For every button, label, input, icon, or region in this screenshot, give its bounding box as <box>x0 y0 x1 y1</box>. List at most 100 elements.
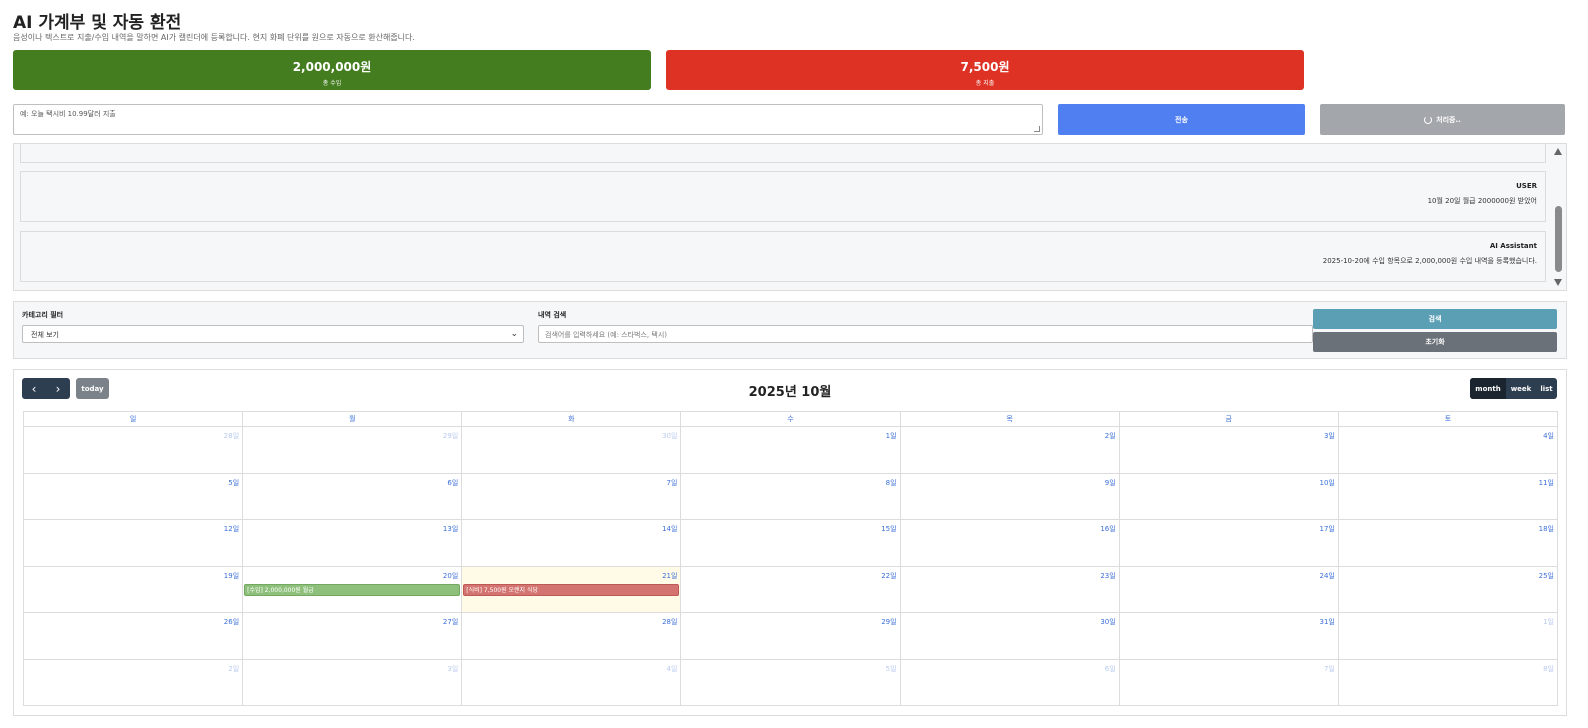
calendar-day[interactable]: 12일 <box>24 520 244 566</box>
chat-log[interactable]: USER 10월 20일 월급 2000000원 받았어 AI Assistan… <box>13 143 1567 291</box>
day-number[interactable]: 7일 <box>667 478 678 488</box>
calendar-day-today[interactable]: 21일 [식비] 7,500원 오렌지 식당 <box>462 566 682 612</box>
calendar-day[interactable]: 30일 <box>901 613 1120 659</box>
calendar-day[interactable]: 9일 <box>901 473 1120 519</box>
calendar-day[interactable]: 27일 <box>243 613 463 659</box>
day-number[interactable]: 30일 <box>1100 617 1115 627</box>
day-number[interactable]: 5일 <box>228 478 239 488</box>
category-select[interactable]: 전체 보기 ⌄ <box>22 325 524 343</box>
day-number[interactable]: 28일 <box>662 617 677 627</box>
day-number[interactable]: 5일 <box>886 664 897 674</box>
calendar-day[interactable]: 3일 <box>1120 427 1339 473</box>
calendar-day[interactable]: 28일 <box>24 427 244 473</box>
calendar-day[interactable]: 8일 <box>681 473 901 519</box>
calendar-day[interactable]: 10일 <box>1120 473 1339 519</box>
calendar-day[interactable]: 2일 <box>901 427 1120 473</box>
day-number[interactable]: 9일 <box>1105 478 1116 488</box>
calendar-day[interactable]: 30일 <box>462 427 682 473</box>
day-number[interactable]: 8일 <box>886 478 897 488</box>
day-number[interactable]: 13일 <box>443 524 458 534</box>
calendar-day[interactable]: 1일 <box>1339 613 1557 659</box>
calendar-day[interactable]: 18일 <box>1339 520 1557 566</box>
calendar-day[interactable]: 3일 <box>243 659 463 706</box>
day-number[interactable]: 6일 <box>1105 664 1116 674</box>
view-list-button[interactable]: list <box>1536 378 1557 399</box>
message-input[interactable]: 예: 오늘 택시비 10.99달러 지출 <box>13 104 1043 135</box>
calendar-day[interactable]: 5일 <box>681 659 901 706</box>
view-week-button[interactable]: week <box>1506 378 1536 399</box>
day-number[interactable]: 28일 <box>224 431 239 441</box>
processing-button[interactable]: 처리중.. <box>1320 104 1565 135</box>
calendar-day[interactable]: 17일 <box>1120 520 1339 566</box>
calendar-day[interactable]: 7일 <box>1120 659 1339 706</box>
calendar-day[interactable]: 29일 <box>243 427 463 473</box>
calendar-day[interactable]: 7일 <box>462 473 682 519</box>
day-number[interactable]: 3일 <box>447 664 458 674</box>
day-number[interactable]: 18일 <box>1539 524 1554 534</box>
calendar-day[interactable]: 6일 <box>243 473 463 519</box>
day-number[interactable]: 4일 <box>667 664 678 674</box>
calendar-event-income[interactable]: [수입] 2,000,000원 월급 <box>244 583 461 596</box>
day-number[interactable]: 19일 <box>224 571 239 581</box>
reset-button[interactable]: 초기화 <box>1313 332 1557 352</box>
calendar-day[interactable]: 28일 <box>462 613 682 659</box>
scroll-thumb[interactable] <box>1555 206 1562 272</box>
day-number[interactable]: 7일 <box>1324 664 1335 674</box>
calendar-day[interactable]: 13일 <box>243 520 463 566</box>
day-number[interactable]: 2일 <box>228 664 239 674</box>
day-number[interactable]: 10일 <box>1319 478 1334 488</box>
day-number[interactable]: 31일 <box>1319 617 1334 627</box>
calendar-day[interactable]: 8일 <box>1339 660 1557 707</box>
scroll-down-icon[interactable] <box>1554 279 1562 286</box>
calendar-day[interactable]: 11일 <box>1339 474 1557 520</box>
day-number[interactable]: 27일 <box>443 617 458 627</box>
calendar-day[interactable]: 29일 <box>681 613 901 659</box>
search-button[interactable]: 검색 <box>1313 309 1557 329</box>
calendar-day[interactable]: 16일 <box>901 520 1120 566</box>
day-number[interactable]: 22일 <box>881 571 896 581</box>
calendar-day[interactable]: 22일 <box>681 566 901 612</box>
day-number[interactable]: 14일 <box>662 524 677 534</box>
scroll-up-icon[interactable] <box>1554 148 1562 155</box>
send-button[interactable]: 전송 <box>1058 104 1305 135</box>
calendar-day[interactable]: 23일 <box>901 566 1120 612</box>
calendar-day[interactable]: 2일 <box>24 659 244 706</box>
day-number[interactable]: 29일 <box>881 617 896 627</box>
calendar-day[interactable]: 5일 <box>24 473 244 519</box>
search-input[interactable]: 검색어를 입력하세요 (예: 스타벅스, 택시) <box>538 325 1313 343</box>
resize-handle-icon[interactable] <box>1034 126 1040 132</box>
day-number[interactable]: 6일 <box>447 478 458 488</box>
calendar-day[interactable]: 31일 <box>1120 613 1339 659</box>
day-number[interactable]: 15일 <box>881 524 896 534</box>
day-number[interactable]: 26일 <box>224 617 239 627</box>
calendar-day[interactable]: 25일 <box>1339 567 1557 613</box>
calendar-day[interactable]: 14일 <box>462 520 682 566</box>
view-month-button[interactable]: month <box>1470 378 1506 399</box>
calendar-day[interactable]: 24일 <box>1120 566 1339 612</box>
calendar-event-expense[interactable]: [식비] 7,500원 오렌지 식당 <box>463 583 680 596</box>
day-number[interactable]: 2일 <box>1105 431 1116 441</box>
day-number[interactable]: 24일 <box>1319 571 1334 581</box>
day-number[interactable]: 1일 <box>1543 617 1554 627</box>
calendar-day[interactable]: 19일 <box>24 566 244 612</box>
day-number[interactable]: 1일 <box>886 431 897 441</box>
day-number[interactable]: 23일 <box>1100 571 1115 581</box>
day-number[interactable]: 4일 <box>1543 431 1554 441</box>
day-number[interactable]: 8일 <box>1543 664 1554 674</box>
calendar-day[interactable]: 15일 <box>681 520 901 566</box>
calendar-day[interactable]: 1일 <box>681 427 901 473</box>
calendar-day[interactable]: 26일 <box>24 613 244 659</box>
day-number[interactable]: 3일 <box>1324 431 1335 441</box>
day-number[interactable]: 16일 <box>1100 524 1115 534</box>
day-number[interactable]: 25일 <box>1539 571 1554 581</box>
day-number[interactable]: 11일 <box>1539 478 1554 488</box>
calendar-day[interactable]: 4일 <box>1339 427 1557 473</box>
day-number[interactable]: 30일 <box>662 431 677 441</box>
day-number[interactable]: 21일 <box>662 571 677 581</box>
calendar-day[interactable]: 20일 [수입] 2,000,000원 월급 <box>243 566 463 612</box>
day-number[interactable]: 17일 <box>1319 524 1334 534</box>
chat-scrollbar[interactable] <box>1551 144 1566 290</box>
day-number[interactable]: 12일 <box>224 524 239 534</box>
calendar-day[interactable]: 4일 <box>462 659 682 706</box>
calendar-day[interactable]: 6일 <box>901 659 1120 706</box>
